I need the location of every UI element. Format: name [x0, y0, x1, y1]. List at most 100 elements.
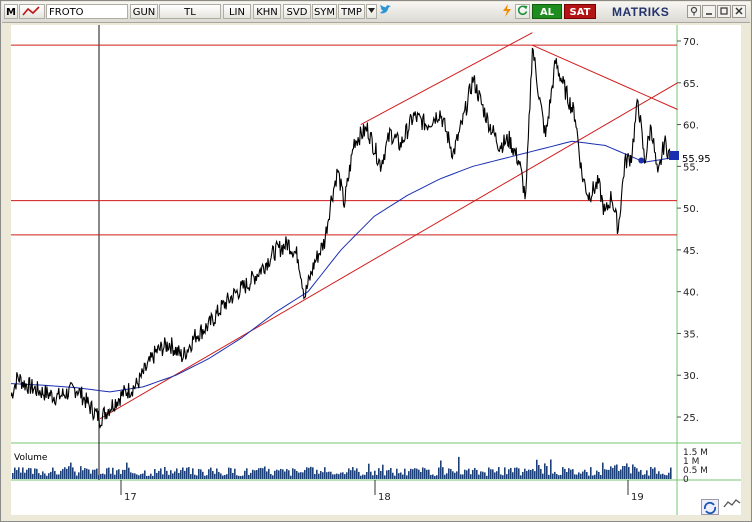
volume-bar: [336, 473, 338, 479]
volume-bar: [16, 470, 18, 479]
volume-bar: [502, 475, 504, 479]
volume-bar: [108, 467, 110, 479]
volume-bar: [426, 469, 428, 479]
volume-bar: [666, 475, 668, 479]
chart-type-icon[interactable]: [19, 4, 45, 19]
price-chart[interactable]: 70.65.60.55.50.45.40.35.30.25. 55.95 Vol…: [10, 25, 741, 515]
volume-bar: [440, 460, 442, 479]
volume-bar: [78, 472, 80, 479]
volume-bar: [72, 467, 74, 479]
volume-bar: [236, 475, 238, 479]
volume-bar: [610, 466, 612, 479]
volume-bar: [90, 473, 92, 479]
chart-settings-icon[interactable]: [721, 499, 743, 515]
volume-bar: [322, 472, 324, 479]
close-icon[interactable]: [732, 5, 746, 18]
volume-bar: [238, 475, 240, 479]
volume-bar: [366, 471, 368, 479]
volume-bar: [102, 473, 104, 479]
volume-bar: [570, 469, 572, 479]
volume-bar: [670, 467, 672, 479]
volume-bar: [462, 474, 464, 479]
khn-button[interactable]: KHN: [253, 4, 281, 19]
toolbar: M FROTO GUN TL LIN KHN SVD SYM TMP AL SA…: [2, 2, 750, 23]
volume-bar: [540, 468, 542, 479]
volume-bar: [664, 474, 666, 479]
svd-button[interactable]: SVD: [283, 4, 311, 19]
volume-bar: [264, 466, 266, 479]
volume-bar: [228, 467, 230, 479]
refresh-icon[interactable]: [515, 4, 530, 19]
volume-bar: [488, 467, 490, 479]
dropdown-arrow-icon[interactable]: [366, 4, 377, 19]
volume-bar: [100, 473, 102, 479]
twitter-icon[interactable]: [378, 4, 392, 19]
volume-bar: [164, 467, 166, 479]
volume-bar: [564, 468, 566, 479]
volume-bar: [520, 475, 522, 479]
volume-bar: [26, 469, 28, 479]
volume-bar: [66, 468, 68, 479]
chart-area[interactable]: 70. 65. 60. 55. 50. 45. 40. 35. 30. 25. 55.95 Vol…: [10, 25, 741, 515]
volume-bar: [76, 475, 78, 479]
symbol-field[interactable]: FROTO: [46, 4, 128, 19]
volume-bar: [46, 475, 48, 479]
volume-bar: [274, 470, 276, 479]
volume-bar: [600, 474, 602, 479]
volume-bar: [280, 468, 282, 479]
volume-bar: [132, 473, 134, 479]
volume-bar: [496, 471, 498, 479]
menu-button[interactable]: M: [4, 4, 18, 19]
volume-bar: [436, 475, 438, 479]
chart-scroll-icon[interactable]: [701, 499, 719, 515]
buy-button[interactable]: AL: [532, 4, 562, 19]
volume-bar: [368, 463, 370, 479]
volume-bar: [136, 474, 138, 479]
lightning-icon[interactable]: [500, 4, 514, 19]
minimize-icon[interactable]: [702, 5, 716, 18]
pin-icon[interactable]: [687, 5, 701, 18]
volume-bar: [308, 467, 310, 479]
volume-bar: [156, 472, 158, 479]
sell-button[interactable]: SAT: [564, 4, 596, 19]
volume-bar: [536, 459, 538, 479]
volume-bar: [494, 472, 496, 479]
volume-bar: [432, 474, 434, 479]
period-button[interactable]: GUN: [130, 4, 158, 19]
volume-bar: [148, 475, 150, 479]
volume-bar: [566, 471, 568, 479]
volume-bar: [470, 474, 472, 479]
volume-bar: [370, 471, 372, 479]
volume-bar: [626, 463, 628, 479]
last-price-label: 55.95: [682, 154, 711, 165]
volume-bar: [662, 473, 664, 479]
volume-bar: [360, 475, 362, 479]
volume-bar: [392, 472, 394, 479]
volume-bar: [256, 470, 258, 479]
volume-bar: [550, 459, 552, 479]
maximize-icon[interactable]: [717, 5, 731, 18]
scale-button[interactable]: LIN: [223, 4, 251, 19]
volume-bar: [214, 473, 216, 479]
volume-bar: [594, 474, 596, 479]
volume-bar: [246, 468, 248, 479]
tmp-button[interactable]: TMP: [338, 4, 365, 19]
volume-bar: [622, 465, 624, 479]
volume-bar: [288, 470, 290, 479]
volume-bar: [210, 467, 212, 479]
volume-bar: [138, 475, 140, 479]
volume-bar: [24, 472, 26, 479]
volume-bar: [300, 472, 302, 479]
volume-bar: [94, 469, 96, 479]
volume-bar: [182, 467, 184, 479]
sym-button[interactable]: SYM: [312, 4, 337, 19]
last-price-box: [669, 151, 679, 160]
volume-bar: [42, 471, 44, 479]
volume-bar: [574, 474, 576, 479]
volume-bar: [614, 465, 616, 479]
volume-bar: [620, 469, 622, 479]
volume-bar: [468, 468, 470, 479]
volume-bar: [356, 468, 358, 479]
volume-bar: [382, 464, 384, 479]
currency-button[interactable]: TL: [159, 4, 221, 19]
